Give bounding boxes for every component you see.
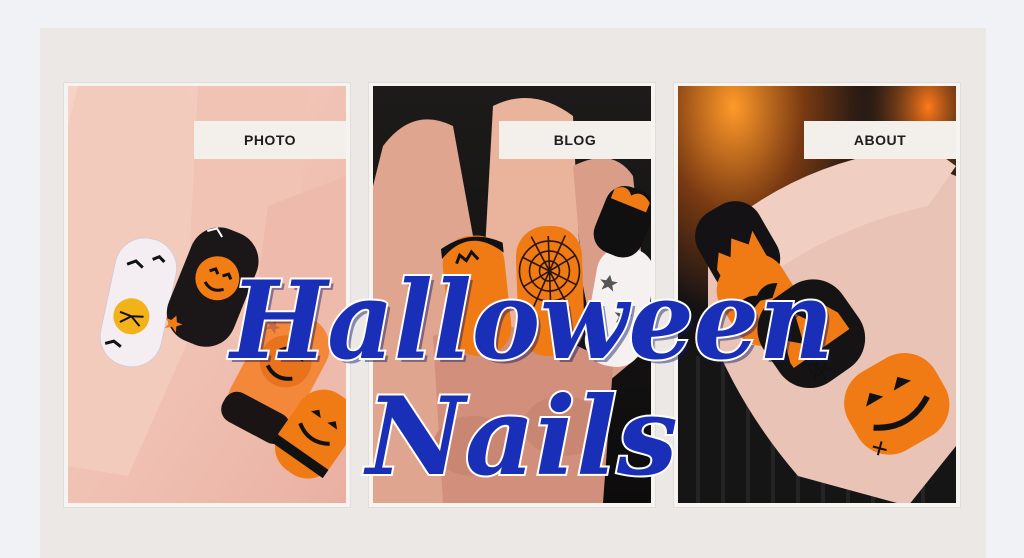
panel-photo[interactable]: PHOTO (64, 83, 350, 507)
collage-board: PHOTO BLOG ABOUT (40, 28, 986, 558)
panel-about[interactable]: ABOUT (674, 83, 960, 507)
panel-blog[interactable]: BLOG (369, 83, 655, 507)
blog-link[interactable]: BLOG (499, 121, 651, 159)
about-link[interactable]: ABOUT (804, 121, 956, 159)
photo-link[interactable]: PHOTO (194, 121, 346, 159)
